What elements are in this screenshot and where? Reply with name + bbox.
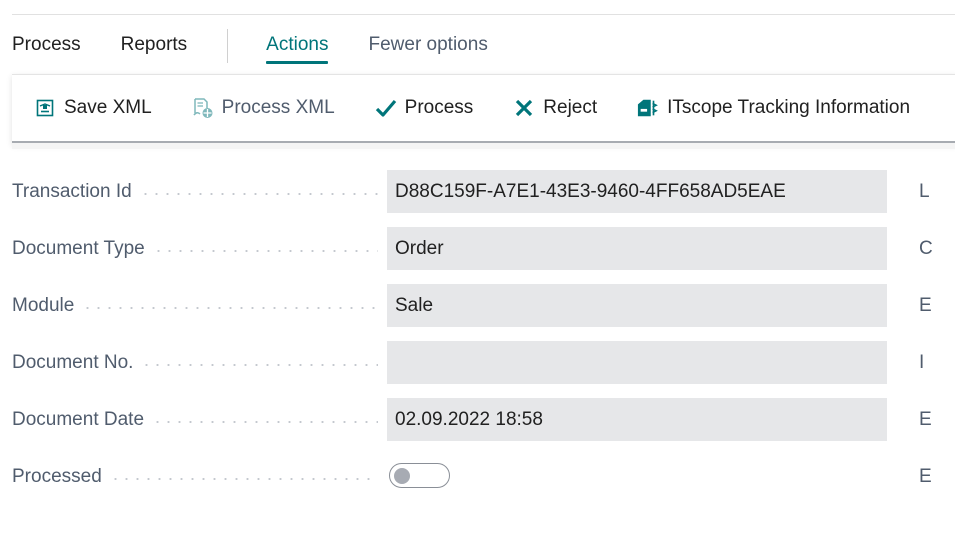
field-label: Module (12, 294, 75, 316)
leader-dots (82, 306, 378, 309)
document-no-value[interactable] (387, 341, 887, 384)
x-icon (513, 97, 535, 119)
right-field-label: C (919, 237, 933, 259)
leader-dots (152, 420, 378, 423)
leader-dots (152, 249, 378, 252)
save-xml-label: Save XML (64, 97, 152, 118)
right-field-label: I (919, 351, 925, 373)
save-xml-icon (34, 97, 56, 119)
transaction-id-value[interactable]: D88C159F-A7E1-43E3-9460-4FF658AD5EAE (387, 170, 887, 213)
right-field-label: E (919, 465, 932, 487)
leader-dots (139, 192, 378, 195)
leader-dots (109, 477, 378, 480)
process-label: Process (404, 97, 474, 118)
leader-dots (141, 363, 378, 366)
module-value[interactable]: Sale (387, 284, 887, 327)
checkmark-icon (375, 97, 397, 119)
document-date-value[interactable]: 02.09.2022 18:58 (387, 398, 887, 441)
toggle-knob (394, 467, 410, 484)
right-field-label: L (919, 180, 930, 202)
field-label: Transaction Id (12, 180, 132, 202)
tracking-icon (637, 97, 659, 119)
fewer-options-link[interactable]: Fewer options (368, 34, 487, 58)
tab-reports[interactable]: Reports (121, 34, 188, 58)
tab-actions[interactable]: Actions (266, 34, 329, 64)
field-label: Document No. (12, 351, 134, 373)
top-divider (12, 14, 955, 15)
field-label: Document Date (12, 408, 145, 430)
reject-button[interactable]: Reject (513, 97, 597, 119)
itscope-tracking-label: ITscope Tracking Information (667, 97, 911, 118)
tab-separator (227, 29, 229, 63)
process-button[interactable]: Process (375, 97, 474, 119)
document-type-value[interactable]: Order (387, 227, 887, 270)
right-column-labels: L C E I E E (919, 170, 933, 512)
process-xml-button[interactable]: Process XML (192, 97, 335, 119)
field-label: Processed (12, 465, 102, 487)
reject-label: Reject (543, 97, 598, 118)
field-label: Document Type (12, 237, 145, 259)
process-xml-label: Process XML (221, 97, 335, 118)
action-bar: Save XML Process XML Process Reject ITsc… (12, 74, 955, 144)
tab-process[interactable]: Process (12, 34, 81, 58)
action-bar-shadow (12, 143, 955, 149)
action-tabs: Process Reports Actions Fewer options (12, 29, 528, 64)
save-xml-button[interactable]: Save XML (34, 97, 152, 119)
processed-toggle[interactable] (389, 463, 450, 488)
itscope-tracking-button[interactable]: ITscope Tracking Information (637, 97, 910, 119)
right-field-label: E (919, 408, 932, 430)
right-field-label: E (919, 294, 932, 316)
process-xml-icon (192, 97, 214, 119)
